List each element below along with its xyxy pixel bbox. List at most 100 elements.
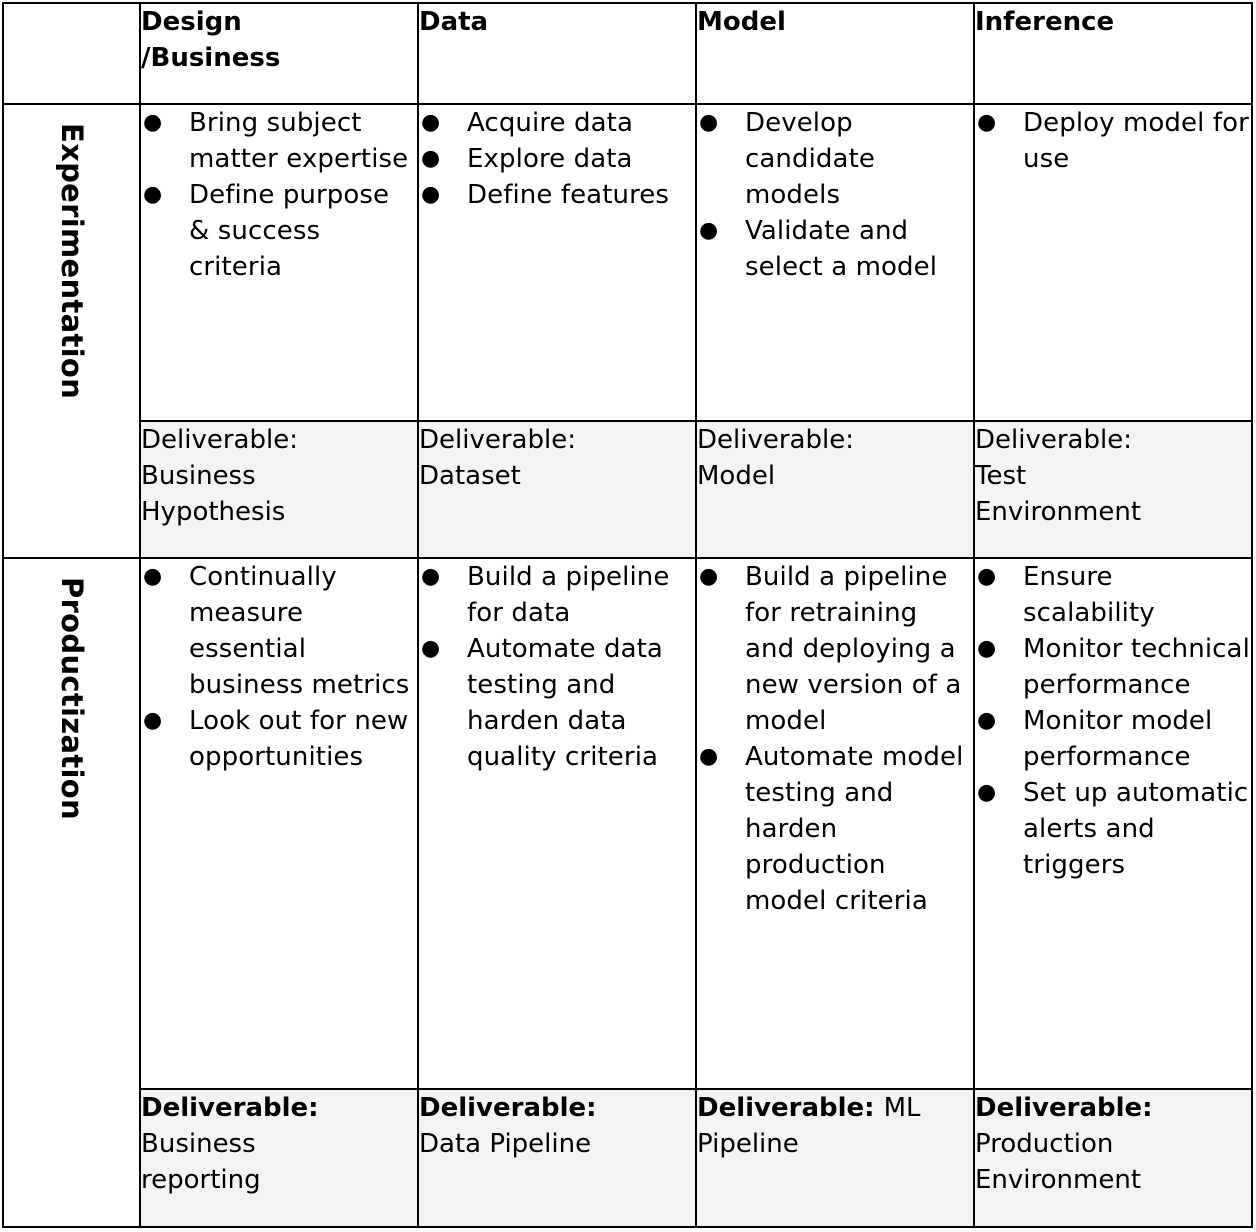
- deliverable-dataset: Deliverable: Dataset: [417, 420, 697, 559]
- bullet-text: Validate and select a model: [745, 216, 938, 282]
- bullet-text: Build a pipeline for data: [467, 562, 670, 628]
- bullet-item: ● Build a pipeline for retraining and dep…: [697, 559, 973, 739]
- deliverable-ml-pipeline: Deliverable: ML Pipeline: [695, 1088, 975, 1228]
- bullet-text: Continually measure essential business m…: [189, 562, 410, 700]
- bullet-icon: ●: [143, 110, 163, 135]
- deliverable-value: Dataset: [419, 461, 521, 491]
- bullet-icon: ●: [977, 110, 997, 135]
- bullet-icon: ●: [421, 564, 441, 589]
- deliverable-value: Production Environment: [975, 1129, 1142, 1195]
- deliverable-model: Deliverable: Model: [695, 420, 975, 559]
- deliverable-label: Deliverable:: [141, 1093, 319, 1123]
- bullet-item: ● Bring subject matter expertise: [141, 105, 417, 177]
- productization-model-list: ● Build a pipeline for retraining and dep…: [697, 559, 973, 919]
- experimentation-inference-list: ● Deploy model for use: [975, 105, 1251, 177]
- column-header-design-business: Design /Business: [139, 2, 419, 105]
- bullet-text: Automate data testing and harden data qu…: [467, 634, 663, 772]
- bullet-item: ● Look out for new opportunities: [141, 703, 417, 775]
- productization-model-cell: ● Build a pipeline for retraining and dep…: [695, 557, 975, 1090]
- bullet-item: ● Acquire data: [419, 105, 695, 141]
- ml-lifecycle-table: Design /Business Data Model Inference Ex…: [2, 2, 1253, 1228]
- column-header-design-line1: Design: [141, 7, 242, 37]
- experimentation-data-cell: ● Acquire data ● Explore data ● Define featur…: [417, 103, 697, 422]
- bullet-text: Monitor model performance: [1023, 706, 1213, 772]
- deliverable-label: Deliverable:: [697, 1093, 884, 1123]
- bullet-item: ● Define features: [419, 177, 695, 213]
- bullet-item: ● Automate data testing and harden data q…: [419, 631, 695, 775]
- row-label-cell-productization: Productization: [2, 557, 141, 1228]
- productization-data-list: ● Build a pipeline for data ● Automate data…: [419, 559, 695, 775]
- bullet-icon: ●: [977, 564, 997, 589]
- bullet-item: ● Validate and select a model: [697, 213, 973, 285]
- bullet-icon: ●: [421, 182, 441, 207]
- header-row: Design /Business Data Model Inference: [2, 2, 1253, 105]
- row-label-productization: Productization: [54, 577, 89, 820]
- bullet-text: Explore data: [467, 144, 633, 174]
- bullet-icon: ●: [977, 636, 997, 661]
- bullet-icon: ●: [143, 564, 163, 589]
- bullet-text: Ensure scalability: [1023, 562, 1155, 628]
- bullet-text: Deploy model for use: [1023, 108, 1249, 174]
- bullet-icon: ●: [421, 110, 441, 135]
- bullet-icon: ●: [421, 636, 441, 661]
- column-header-design-line2: /Business: [141, 43, 281, 73]
- corner-cell: [2, 2, 141, 105]
- productization-row: Productization ● Continually measure esse…: [2, 557, 1253, 1228]
- row-label-cell-experimentation: Experimentation: [2, 103, 141, 559]
- experimentation-row: Experimentation ● Bring subject matter ex…: [2, 103, 1253, 559]
- column-header-model: Model: [695, 2, 975, 105]
- column-header-inference: Inference: [973, 2, 1253, 105]
- experimentation-model-cell: ● Develop candidate models ● Validate and s…: [695, 103, 975, 422]
- deliverable-data-pipeline: Deliverable: Data Pipeline: [417, 1088, 697, 1228]
- bullet-text: Acquire data: [467, 108, 633, 138]
- bullet-item: ● Monitor technical performance: [975, 631, 1251, 703]
- bullet-text: Define features: [467, 180, 670, 210]
- bullet-item: ● Deploy model for use: [975, 105, 1251, 177]
- bullet-item: ● Define purpose & success criteria: [141, 177, 417, 285]
- bullet-item: ● Explore data: [419, 141, 695, 177]
- deliverable-business-reporting: Deliverable: Business reporting: [139, 1088, 419, 1228]
- bullet-icon: ●: [977, 780, 997, 805]
- experimentation-inference-cell: ● Deploy model for use: [973, 103, 1253, 422]
- productization-design-cell: ● Continually measure essential business …: [139, 557, 419, 1090]
- bullet-text: Monitor technical performance: [1023, 634, 1250, 700]
- bullet-item: ● Build a pipeline for data: [419, 559, 695, 631]
- deliverable-label: Deliverable:: [419, 1093, 597, 1123]
- productization-data-cell: ● Build a pipeline for data ● Automate data…: [417, 557, 697, 1090]
- deliverable-business-hypothesis: Deliverable: Business Hypothesis: [139, 420, 419, 559]
- deliverable-label: Deliverable:: [975, 1093, 1153, 1123]
- deliverable-production-environment: Deliverable: Production Environment: [973, 1088, 1253, 1228]
- experimentation-model-list: ● Develop candidate models ● Validate and s…: [697, 105, 973, 285]
- productization-inference-list: ● Ensure scalability ● Monitor technical pe…: [975, 559, 1251, 883]
- bullet-item: ● Continually measure essential business …: [141, 559, 417, 703]
- experimentation-deliverables-row: Deliverable: Business Hypothesis Deliver…: [3, 420, 1253, 559]
- bullet-text: Develop candidate models: [745, 108, 875, 210]
- deliverable-test-environment: Deliverable: Test Environment: [973, 420, 1253, 559]
- column-header-data: Data: [417, 2, 697, 105]
- productization-design-list: ● Continually measure essential business …: [141, 559, 417, 775]
- bullet-text: Set up automatic alerts and triggers: [1023, 778, 1249, 880]
- bullet-icon: ●: [699, 218, 719, 243]
- row-label-experimentation: Experimentation: [54, 123, 89, 400]
- bullet-text: Look out for new opportunities: [189, 706, 409, 772]
- bullet-icon: ●: [143, 708, 163, 733]
- bullet-text: Define purpose & success criteria: [189, 180, 390, 282]
- bullet-item: ● Automate model testing and harden produ…: [697, 739, 973, 919]
- deliverable-value: Business Hypothesis: [141, 461, 286, 527]
- bullet-text: Build a pipeline for retraining and depl…: [745, 562, 962, 736]
- deliverable-value: Data Pipeline: [419, 1129, 592, 1159]
- bullet-item: ● Develop candidate models: [697, 105, 973, 213]
- bullet-icon: ●: [699, 564, 719, 589]
- deliverable-label: Deliverable:: [697, 425, 854, 455]
- deliverable-label: Deliverable:: [419, 425, 576, 455]
- bullet-item: ● Set up automatic alerts and triggers: [975, 775, 1251, 883]
- productization-deliverables-row: Deliverable: Business reporting Delivera…: [3, 1088, 1253, 1228]
- bullet-text: Automate model testing and harden produc…: [745, 742, 964, 916]
- experimentation-data-list: ● Acquire data ● Explore data ● Define featur…: [419, 105, 695, 213]
- bullet-item: ● Monitor model performance: [975, 703, 1251, 775]
- bullet-icon: ●: [143, 182, 163, 207]
- deliverable-value: Business reporting: [141, 1129, 261, 1195]
- deliverable-label: Deliverable:: [975, 425, 1132, 455]
- experimentation-design-list: ● Bring subject matter expertise ● Define p…: [141, 105, 417, 285]
- bullet-icon: ●: [977, 708, 997, 733]
